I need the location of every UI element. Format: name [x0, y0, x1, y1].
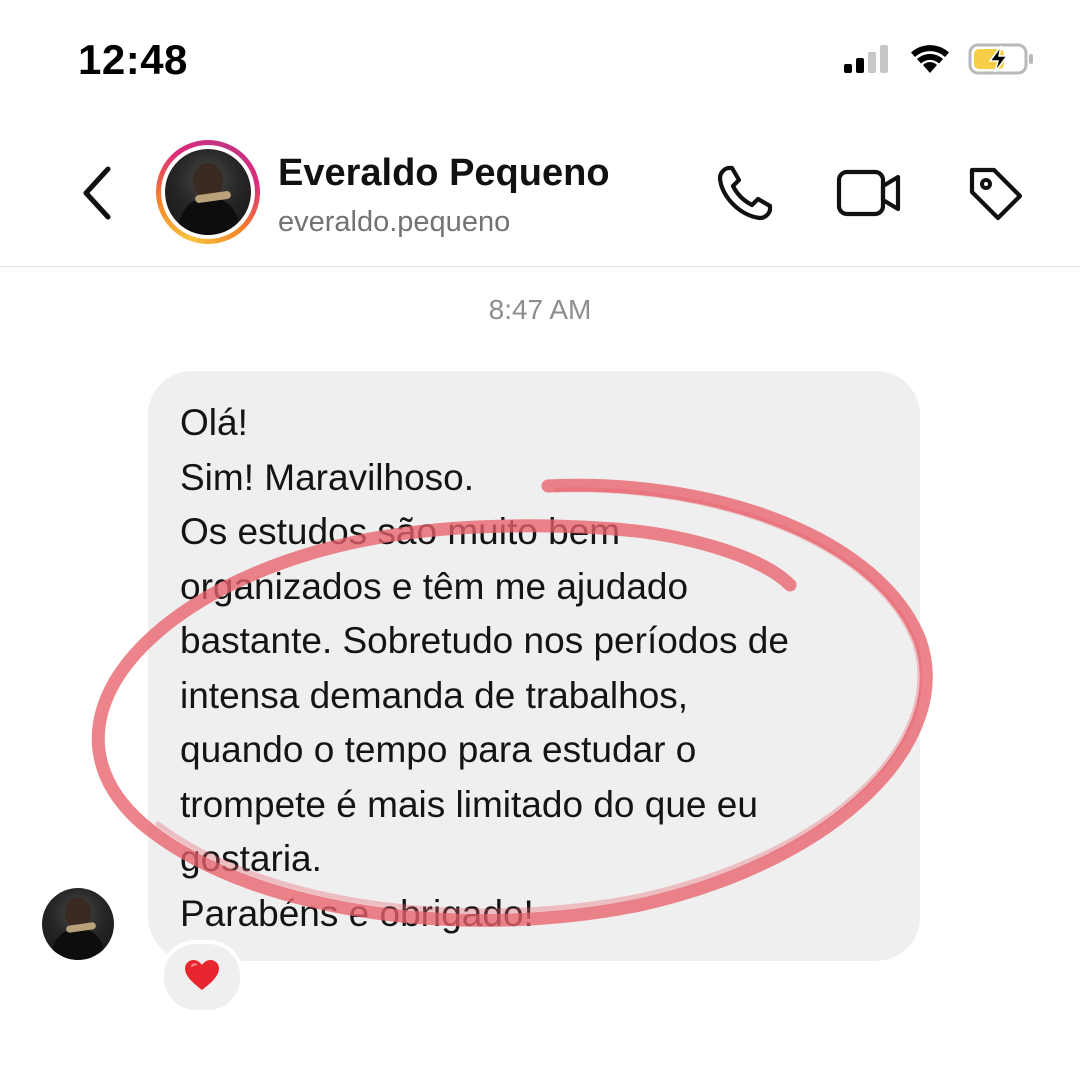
cellular-signal-icon	[842, 44, 892, 79]
phone-icon	[714, 162, 776, 229]
video-camera-icon	[836, 168, 902, 223]
message-line: Sim! Maravilhoso.	[180, 456, 475, 498]
chevron-left-icon	[76, 163, 116, 228]
message-line: Olá!	[180, 402, 248, 443]
contact-avatar[interactable]	[156, 140, 260, 244]
call-button[interactable]	[712, 162, 778, 228]
status-bar: 12:48	[0, 0, 1080, 110]
message-line: Os estudos são muito bem	[180, 511, 621, 552]
wifi-icon	[908, 43, 952, 80]
tag-icon	[964, 162, 1026, 229]
sender-avatar[interactable]	[42, 888, 114, 960]
chat-header: Everaldo Pequeno everaldo.pequeno	[0, 130, 1080, 267]
message-line: Parabéns e obrigado!	[180, 892, 534, 934]
battery-charging-icon	[968, 42, 1036, 81]
message-timestamp: 8:47 AM	[488, 294, 592, 325]
message-line: trompete é mais limitado do que eu	[180, 783, 758, 825]
message-line: organizados e têm me ajudado	[180, 565, 689, 607]
message-text: Olá! Sim! Maravilhoso. Os estudos são mu…	[180, 396, 789, 941]
tag-button[interactable]	[962, 162, 1028, 228]
contact-name[interactable]: Everaldo Pequeno	[278, 152, 610, 195]
avatar-photo	[165, 149, 251, 235]
video-call-button[interactable]	[836, 162, 902, 228]
message-line: gostaria.	[180, 838, 322, 879]
reaction-badge[interactable]	[160, 940, 244, 1014]
back-button[interactable]	[66, 160, 126, 230]
message-line: bastante. Sobretudo nos períodos de	[180, 620, 789, 661]
status-time: 12:48	[78, 36, 188, 83]
message-line: quando o tempo para estudar o	[180, 729, 697, 770]
message-line: intensa demanda de trabalhos,	[180, 674, 689, 716]
status-icons	[842, 42, 1036, 81]
heart-icon	[183, 958, 221, 997]
contact-handle[interactable]: everaldo.pequeno	[278, 206, 510, 239]
